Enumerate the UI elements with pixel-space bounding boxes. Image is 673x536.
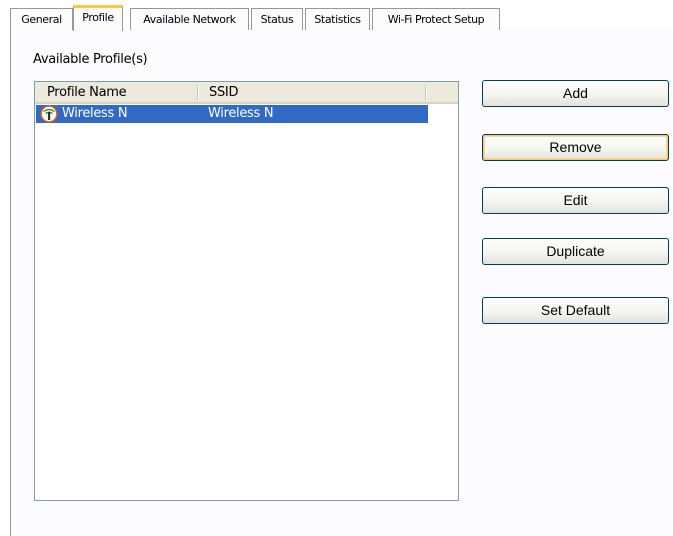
edit-button[interactable]: Edit [482,187,669,214]
column-header-ssid[interactable]: SSID [197,82,426,102]
set-default-button[interactable]: Set Default [482,297,669,324]
tab-available-network[interactable]: Available Network [130,8,249,30]
tab-strip: General Profile Available Network Status… [0,0,673,31]
add-button[interactable]: Add [482,80,669,107]
tab-profile[interactable]: Profile [73,5,123,31]
profile-settings-window: General Profile Available Network Status… [0,0,673,536]
tab-general[interactable]: General [10,8,73,30]
active-tab-join [75,29,121,32]
available-profiles-label: Available Profile(s) [33,52,148,67]
profile-name-cell: Wireless N [62,106,128,121]
profile-list[interactable]: Profile Name SSID Wireless N Wireless N [34,81,459,501]
tab-wifi-protect-setup[interactable]: Wi-Fi Protect Setup [372,8,500,30]
ssid-cell: Wireless N [208,106,274,121]
remove-button[interactable]: Remove [482,134,669,161]
tab-statistics[interactable]: Statistics [305,8,370,30]
wireless-profile-icon [40,105,58,123]
profile-row-selected[interactable]: Wireless N Wireless N [36,105,428,123]
duplicate-button[interactable]: Duplicate [482,238,669,265]
column-header-empty [426,82,458,102]
column-header-profile-name[interactable]: Profile Name [35,82,197,102]
tab-status[interactable]: Status [251,8,303,30]
profile-list-header: Profile Name SSID [35,82,458,104]
